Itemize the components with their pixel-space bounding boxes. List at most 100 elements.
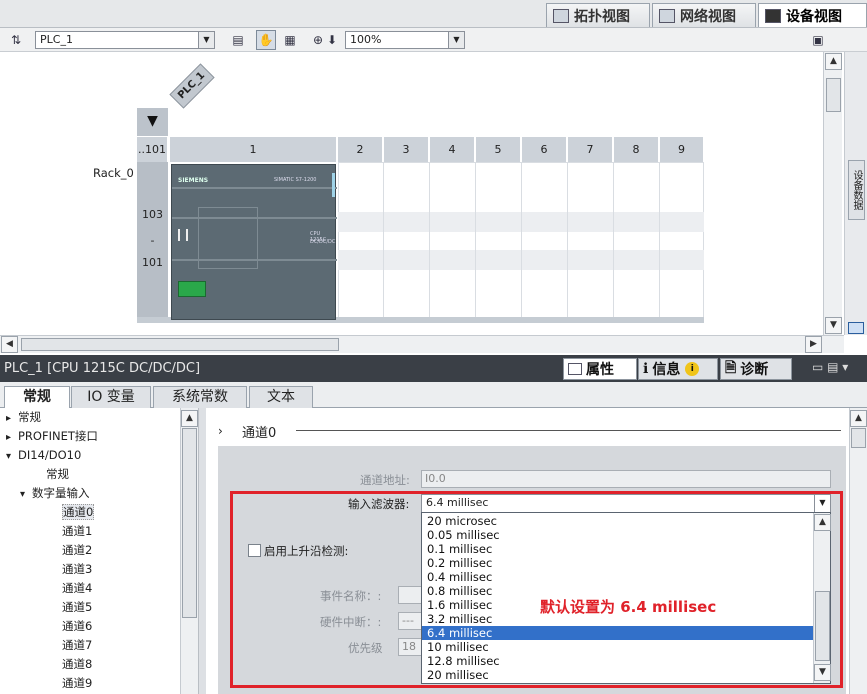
tab-properties[interactable]: 属性 bbox=[563, 358, 637, 380]
tree-item[interactable]: ▸ 常规 bbox=[0, 408, 180, 427]
collapsed-arrow-icon[interactable]: ▸ bbox=[6, 428, 18, 447]
tree-item[interactable]: ▾ 数字量输入 bbox=[0, 484, 180, 503]
network-config-icon[interactable]: ⇅ bbox=[6, 30, 26, 50]
tree-item[interactable]: 通道6 bbox=[0, 617, 180, 636]
topology-icon bbox=[553, 8, 569, 23]
tree-item-label: 通道2 bbox=[62, 543, 93, 557]
tab-device-view[interactable]: 设备视图 bbox=[758, 3, 867, 27]
tree-item[interactable]: 通道2 bbox=[0, 541, 180, 560]
property-tree[interactable]: ▸ 常规 ▸ PROFINET接口 ▾ DI14/DO10 常规 ▾ 数字量输入 通道0 通道1 通道… bbox=[0, 408, 180, 694]
tab-diagnostics[interactable]: 🗎 诊断 bbox=[720, 358, 792, 380]
module-brand: SIEMENS bbox=[178, 177, 209, 184]
collapsed-arrow-icon[interactable]: ▸ bbox=[6, 409, 18, 428]
tab-info[interactable]: ℹ 信息 i bbox=[638, 358, 718, 380]
tab-topology-view[interactable]: 拓扑视图 bbox=[546, 3, 650, 27]
highlight-box bbox=[230, 491, 843, 688]
section-arrow-icon[interactable]: › bbox=[218, 424, 223, 438]
slot-divider bbox=[567, 162, 568, 322]
splitter[interactable] bbox=[198, 408, 206, 694]
scroll-right-icon[interactable]: ▶ bbox=[805, 336, 822, 353]
slot-header: 8 bbox=[614, 137, 659, 162]
tree-item-label: 常规 bbox=[46, 467, 69, 481]
tree-item-label: 通道4 bbox=[62, 581, 93, 595]
tree-scrollbar[interactable]: ▲ bbox=[180, 408, 198, 694]
scroll-up-icon[interactable]: ▲ bbox=[825, 53, 842, 70]
expanded-arrow-icon[interactable]: ▾ bbox=[6, 447, 18, 466]
scroll-left-icon[interactable]: ◀ bbox=[1, 336, 18, 353]
slot-header: 9 bbox=[660, 137, 704, 162]
tree-item[interactable]: 通道3 bbox=[0, 560, 180, 579]
collapse-arrow-icon[interactable]: ▼ bbox=[137, 108, 168, 136]
tree-item[interactable]: 通道0 bbox=[0, 503, 180, 522]
canvas-horizontal-scrollbar[interactable]: ◀ ▶ bbox=[0, 335, 844, 353]
tree-item[interactable]: 通道9 bbox=[0, 674, 180, 693]
module-type: DC/DC/DC bbox=[310, 239, 336, 245]
rack-rail: 103 - 101 bbox=[137, 162, 168, 322]
scroll-thumb[interactable] bbox=[182, 428, 197, 618]
tree-item[interactable]: ▸ PROFINET接口 bbox=[0, 427, 180, 446]
subtab-io-tags[interactable]: IO 变量 bbox=[71, 386, 151, 408]
slot-header-101: ..101 bbox=[137, 137, 168, 162]
zoom-value: 100% bbox=[350, 33, 382, 46]
hand-icon[interactable]: ✋ bbox=[256, 30, 276, 50]
zoom-down-icon[interactable]: ⬇ bbox=[325, 30, 339, 50]
expand-panel-icon[interactable] bbox=[848, 322, 864, 334]
module-edge bbox=[332, 173, 335, 197]
tree-item-label: 通道0 bbox=[62, 504, 95, 520]
scroll-thumb[interactable] bbox=[826, 78, 841, 112]
subtab-texts[interactable]: 文本 bbox=[249, 386, 313, 408]
slot-divider bbox=[521, 162, 522, 322]
window-controls[interactable]: ▭ ▤ ▾ bbox=[812, 360, 862, 378]
canvas-vertical-scrollbar[interactable]: ▲ ▼ bbox=[823, 52, 842, 335]
slot-header: 7 bbox=[568, 137, 613, 162]
diagnostics-icon: 🗎 bbox=[725, 360, 737, 376]
subtab-general[interactable]: 常规 bbox=[4, 386, 70, 409]
tree-item[interactable]: 通道7 bbox=[0, 636, 180, 655]
overview-icon[interactable]: ▣ bbox=[808, 30, 828, 50]
slot-header: 5 bbox=[476, 137, 521, 162]
subtab-system-constants[interactable]: 系统常数 bbox=[153, 386, 247, 408]
tree-item-label: DI14/DO10 bbox=[18, 448, 82, 462]
grid-icon[interactable]: ▦ bbox=[280, 30, 300, 50]
slot-divider bbox=[383, 162, 384, 322]
device-data-sidebar[interactable]: 设备数据 bbox=[844, 52, 867, 335]
chevron-down-icon: ▼ bbox=[198, 32, 214, 48]
tab-label: 诊断 bbox=[740, 362, 769, 378]
tree-item[interactable]: ▾ DI14/DO10 bbox=[0, 446, 180, 465]
tree-item[interactable]: 通道8 bbox=[0, 655, 180, 674]
device-select[interactable]: PLC_1 ▼ bbox=[35, 31, 215, 49]
network-icon bbox=[659, 8, 675, 23]
slot-divider bbox=[613, 162, 614, 322]
expanded-arrow-icon[interactable]: ▾ bbox=[20, 485, 32, 504]
device-icon bbox=[765, 8, 781, 23]
scroll-down-icon[interactable]: ▼ bbox=[825, 317, 842, 334]
properties-title: PLC_1 [CPU 1215C DC/DC/DC] bbox=[4, 361, 201, 376]
tree-item-label: 通道8 bbox=[62, 657, 93, 671]
tree-item[interactable]: 常规 bbox=[0, 465, 180, 484]
tree-item[interactable]: 通道4 bbox=[0, 579, 180, 598]
tree-item-label: 通道7 bbox=[62, 638, 93, 652]
zoom-select[interactable]: 100% ▼ bbox=[345, 31, 465, 49]
form-scrollbar[interactable]: ▲ bbox=[849, 408, 867, 694]
scroll-up-icon[interactable]: ▲ bbox=[850, 410, 867, 427]
cpu-module[interactable]: SIEMENS SIMATIC S7-1200 CPU 1215C DC/DC/… bbox=[171, 164, 337, 320]
fit-icon[interactable]: ▤ bbox=[228, 30, 248, 50]
rail-label: 103 bbox=[142, 208, 163, 221]
address-label: 通道地址: bbox=[360, 473, 410, 487]
tab-label: 设备视图 bbox=[786, 8, 842, 25]
tree-item-label: PROFINET接口 bbox=[18, 429, 98, 443]
view-tabs-bar: 拓扑视图 网络视图 设备视图 bbox=[0, 0, 867, 28]
scroll-thumb[interactable] bbox=[851, 428, 866, 448]
scroll-thumb[interactable] bbox=[21, 338, 339, 351]
tree-item-label: 数字量输入 bbox=[32, 486, 90, 500]
info-icon: ℹ bbox=[643, 361, 649, 377]
tree-item[interactable]: 通道5 bbox=[0, 598, 180, 617]
device-data-tab[interactable]: 设备数据 bbox=[848, 160, 865, 220]
slot-header: 2 bbox=[338, 137, 383, 162]
tree-item[interactable]: 通道1 bbox=[0, 522, 180, 541]
tab-label: 属性 bbox=[586, 362, 614, 378]
tab-network-view[interactable]: 网络视图 bbox=[652, 3, 756, 27]
scroll-up-icon[interactable]: ▲ bbox=[181, 410, 198, 427]
slot-divider bbox=[659, 162, 660, 322]
tree-item-label: 通道9 bbox=[62, 676, 93, 690]
